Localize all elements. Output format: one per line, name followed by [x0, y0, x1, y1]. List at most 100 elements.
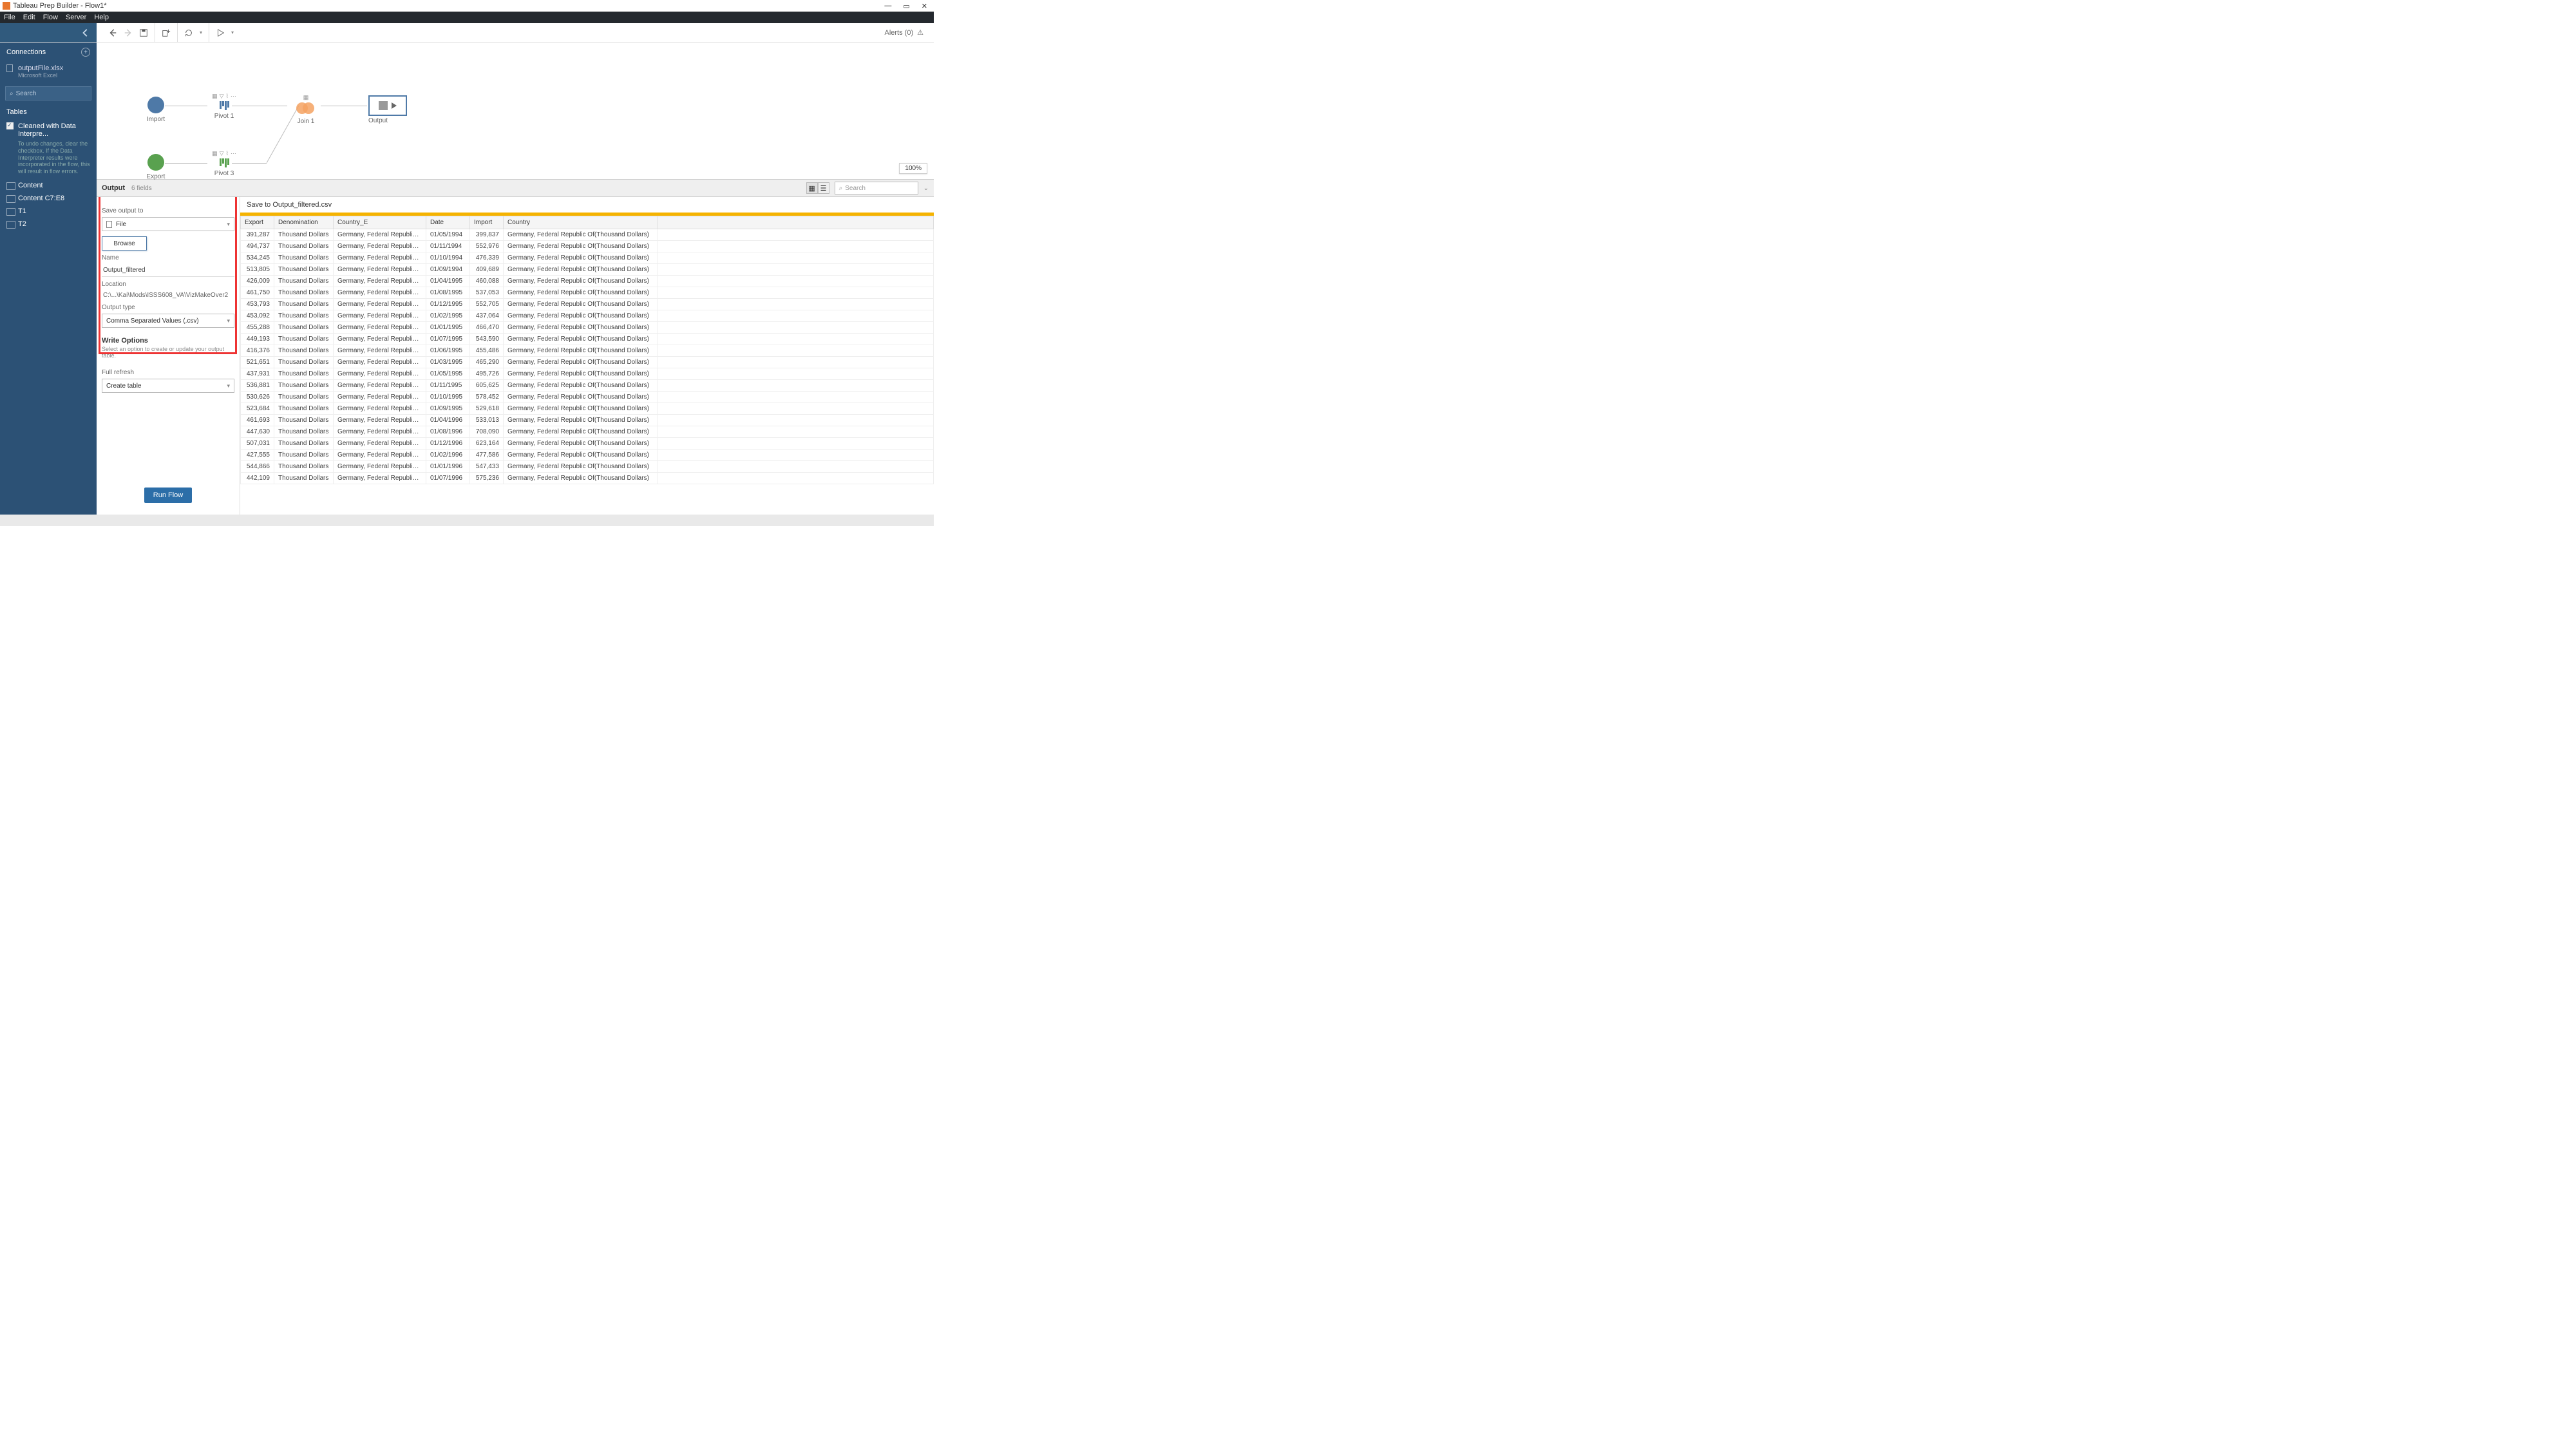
table-row[interactable]: 447,630Thousand DollarsGermany, Federal …	[241, 426, 934, 438]
column-header[interactable]: Import	[470, 216, 504, 229]
table-row[interactable]: 521,651Thousand DollarsGermany, Federal …	[241, 357, 934, 368]
save-output-select[interactable]: File	[102, 217, 234, 231]
titlebar: Tableau Prep Builder - Flow1* — ▭ ✕	[0, 0, 934, 12]
table-row[interactable]: 494,737Thousand DollarsGermany, Federal …	[241, 241, 934, 252]
table-t2[interactable]: T2	[0, 218, 97, 231]
flow-step-pivot3[interactable]: ▦▽⌇⋯ Pivot 3	[205, 150, 243, 177]
alerts-label: Alerts (0)	[885, 29, 914, 37]
chevron-down-icon[interactable]: ⌄	[923, 185, 929, 192]
flow-canvas[interactable]: Import Export ▦▽⌇⋯ Pivot 1 ▦▽⌇⋯ Pivot 3 …	[97, 43, 934, 179]
detail-title: Output	[102, 184, 125, 192]
table-row[interactable]: 523,684Thousand DollarsGermany, Federal …	[241, 403, 934, 415]
back-icon[interactable]	[108, 28, 117, 37]
view-toggle[interactable]: ▦ ☰	[806, 182, 829, 194]
collapse-sidebar-button[interactable]	[0, 23, 97, 42]
menu-file[interactable]: File	[4, 14, 15, 21]
column-header[interactable]: Date	[426, 216, 470, 229]
table-row[interactable]: 453,793Thousand DollarsGermany, Federal …	[241, 299, 934, 310]
output-settings-panel: Save output to File Browse Name Location…	[97, 197, 240, 515]
maximize-icon[interactable]: ▭	[903, 2, 909, 10]
flow-node-import[interactable]: Import	[137, 97, 175, 123]
table-row[interactable]: 449,193Thousand DollarsGermany, Federal …	[241, 334, 934, 345]
table-row[interactable]: 437,931Thousand DollarsGermany, Federal …	[241, 368, 934, 380]
search-placeholder: Search	[16, 90, 37, 97]
refresh-icon[interactable]	[184, 28, 193, 37]
output-type-select[interactable]: Comma Separated Values (.csv)	[102, 314, 234, 328]
table-row[interactable]: 427,555Thousand DollarsGermany, Federal …	[241, 450, 934, 461]
forward-icon[interactable]	[124, 28, 133, 37]
save-output-label: Save output to	[102, 207, 234, 214]
table-row[interactable]: 461,693Thousand DollarsGermany, Federal …	[241, 415, 934, 426]
connections-header: Connections	[6, 48, 46, 56]
table-row[interactable]: 391,287Thousand DollarsGermany, Federal …	[241, 229, 934, 241]
run-icon[interactable]	[216, 28, 225, 37]
file-icon	[6, 64, 13, 72]
table-row[interactable]: 426,009Thousand DollarsGermany, Federal …	[241, 276, 934, 287]
table-row[interactable]: 461,750Thousand DollarsGermany, Federal …	[241, 287, 934, 299]
name-input[interactable]	[102, 264, 234, 277]
location-label: Location	[102, 281, 234, 288]
menu-edit[interactable]: Edit	[23, 14, 35, 21]
table-row[interactable]: 534,245Thousand DollarsGermany, Federal …	[241, 252, 934, 264]
search-icon: ⌕	[839, 185, 843, 192]
table-content[interactable]: Content	[0, 179, 97, 192]
detail-header: Output 6 fields ▦ ☰ ⌕ Search ⌄	[97, 179, 934, 197]
file-icon	[106, 221, 112, 228]
add-connection-icon[interactable]	[162, 28, 171, 37]
menu-server[interactable]: Server	[66, 14, 86, 21]
run-flow-button[interactable]: Run Flow	[144, 488, 192, 503]
table-row[interactable]: 513,805Thousand DollarsGermany, Federal …	[241, 264, 934, 276]
close-icon[interactable]: ✕	[922, 2, 927, 10]
toolbar: ▾ ▾ Alerts (0) ⚠	[0, 23, 934, 43]
table-row[interactable]: 453,092Thousand DollarsGermany, Federal …	[241, 310, 934, 322]
save-icon[interactable]	[139, 28, 148, 37]
data-interpreter-checkbox[interactable]: Cleaned with Data Interpre...	[0, 120, 97, 140]
column-header[interactable]: Country_E	[334, 216, 426, 229]
menu-help[interactable]: Help	[94, 14, 109, 21]
table-row[interactable]: 455,288Thousand DollarsGermany, Federal …	[241, 322, 934, 334]
interpreter-note: To undo changes, clear the checkbox. If …	[0, 140, 97, 179]
status-strip	[0, 515, 934, 526]
minimize-icon[interactable]: —	[884, 2, 891, 10]
more-icon: ⋯	[231, 150, 236, 157]
grid-view-icon[interactable]: ▦	[806, 182, 818, 194]
table-row[interactable]: 536,881Thousand DollarsGermany, Federal …	[241, 380, 934, 392]
connection-item[interactable]: outputFile.xlsx Microsoft Excel	[0, 62, 97, 82]
datasource-icon	[147, 154, 164, 171]
table-row[interactable]: 530,626Thousand DollarsGermany, Federal …	[241, 392, 934, 403]
list-view-icon[interactable]: ☰	[818, 182, 829, 194]
menubar: File Edit Flow Server Help	[0, 12, 934, 23]
preview-table-wrap[interactable]: ExportDenominationCountry_EDateImportCou…	[240, 216, 934, 515]
full-refresh-label: Full refresh	[102, 369, 234, 376]
table-content-range[interactable]: Content C7:E8	[0, 192, 97, 205]
table-row[interactable]: 416,376Thousand DollarsGermany, Federal …	[241, 345, 934, 357]
pivot-icon	[205, 158, 243, 167]
full-refresh-select[interactable]: Create table	[102, 379, 234, 393]
column-header[interactable]: Denomination	[274, 216, 334, 229]
column-header[interactable]: Export	[241, 216, 274, 229]
pivot-icon	[205, 101, 243, 110]
flow-step-join1[interactable]: ▦ Join 1	[290, 94, 322, 125]
flow-step-pivot1[interactable]: ▦▽⌇⋯ Pivot 1	[205, 93, 243, 120]
column-header[interactable]: Country	[504, 216, 658, 229]
link-icon: ⌇	[226, 93, 229, 100]
flow-node-export[interactable]: Export	[137, 154, 175, 180]
link-icon: ⌇	[226, 150, 229, 157]
zoom-indicator[interactable]: 100%	[899, 163, 927, 174]
flow-step-output[interactable]	[368, 95, 407, 116]
add-connection-button[interactable]: +	[81, 48, 90, 57]
detail-field-count: 6 fields	[131, 185, 152, 192]
preview-panel: Save to Output_filtered.csv ExportDenomi…	[240, 197, 934, 515]
name-label: Name	[102, 254, 234, 261]
alerts-indicator[interactable]: Alerts (0) ⚠	[885, 28, 931, 37]
detail-search[interactable]: ⌕ Search	[835, 182, 918, 194]
table-row[interactable]: 442,109Thousand DollarsGermany, Federal …	[241, 473, 934, 484]
table-row[interactable]: 544,866Thousand DollarsGermany, Federal …	[241, 461, 934, 473]
table-row[interactable]: 507,031Thousand DollarsGermany, Federal …	[241, 438, 934, 450]
sidebar-search[interactable]: ⌕ Search	[5, 86, 91, 100]
table-t1[interactable]: T1	[0, 205, 97, 218]
browse-button[interactable]: Browse	[102, 236, 147, 251]
menu-flow[interactable]: Flow	[43, 14, 58, 21]
connection-type: Microsoft Excel	[18, 72, 90, 79]
play-icon	[392, 102, 397, 109]
